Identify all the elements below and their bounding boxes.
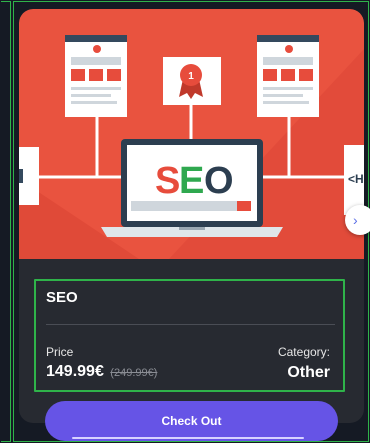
price-label: Price xyxy=(46,345,74,359)
side-panel-left xyxy=(19,147,39,205)
checkout-button[interactable]: Check Out xyxy=(45,401,338,441)
web-page-icon-right xyxy=(257,35,319,117)
product-info-panel: SEO Price 149.99€ (249.99€) Category: Ot… xyxy=(34,279,345,392)
seo-letter-s: S xyxy=(155,160,180,202)
laptop-icon: S E O xyxy=(101,139,283,237)
seo-illustration: 1 <H S E O xyxy=(19,9,364,259)
product-title: SEO xyxy=(46,289,78,306)
code-tag-text: <H xyxy=(348,172,364,186)
price-row: 149.99€ (249.99€) xyxy=(46,363,157,381)
chevron-right-icon[interactable]: › xyxy=(345,205,370,235)
price-current: 149.99€ xyxy=(46,363,104,380)
seo-letter-e: E xyxy=(179,160,204,202)
category-value: Other xyxy=(287,364,330,381)
price-original: (249.99€) xyxy=(110,367,158,379)
checkout-underline xyxy=(72,437,304,439)
award-badge-icon: 1 xyxy=(163,57,221,105)
category-label: Category: xyxy=(277,345,330,359)
previous-card-frame xyxy=(1,1,11,442)
web-page-icon-left xyxy=(65,35,127,117)
divider xyxy=(46,324,335,325)
product-image[interactable]: 1 <H S E O xyxy=(19,9,364,259)
seo-letter-o: O xyxy=(204,160,234,202)
badge-number: 1 xyxy=(188,71,194,82)
